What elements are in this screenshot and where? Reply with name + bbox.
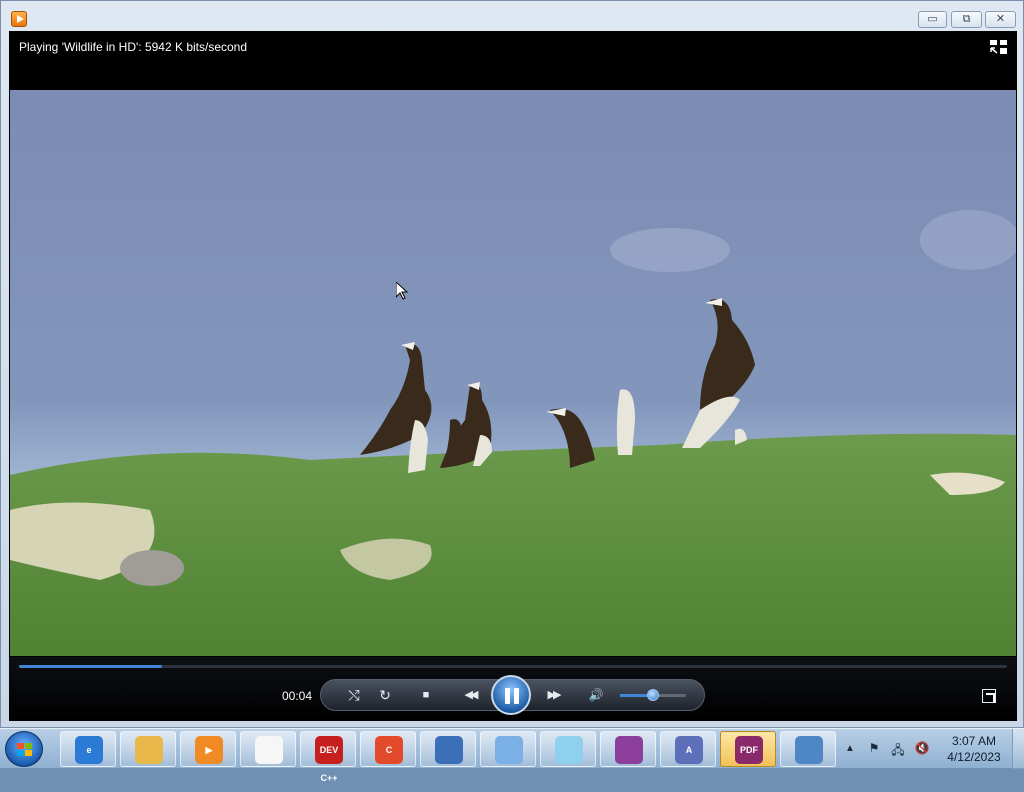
fullscreen-button[interactable]	[982, 689, 996, 703]
close-button[interactable]: ✕	[985, 11, 1016, 28]
title-bar[interactable]: ▭ ⧉ ✕	[1, 1, 1023, 31]
start-button[interactable]	[5, 731, 43, 767]
wildlife-video-scene	[10, 90, 1016, 656]
minimize-icon: ▭	[927, 13, 938, 25]
windows-logo-icon	[17, 743, 33, 757]
mouse-cursor-icon	[396, 282, 408, 300]
volume-slider-thumb[interactable]	[647, 689, 659, 701]
next-button[interactable]: ▶▶	[539, 685, 567, 705]
network-icon[interactable]: 🖧	[890, 741, 906, 757]
now-playing-bar: Playing 'Wildlife in HD': 5942 K bits/se…	[9, 31, 1017, 89]
seek-progress	[19, 665, 163, 668]
ccleaner-icon: C	[375, 736, 403, 764]
close-icon: ✕	[995, 13, 1006, 25]
system-clock[interactable]: 3:07 AM 4/12/2023	[944, 733, 1004, 765]
taskbar-item-notepad[interactable]	[540, 731, 596, 767]
notepad-icon	[555, 736, 583, 764]
pause-button[interactable]	[491, 675, 531, 715]
remote-desktop-icon	[435, 736, 463, 764]
speaker-icon: 🔊	[588, 688, 604, 702]
taskbar-item-windows-media-player[interactable]: ▶	[180, 731, 236, 767]
taskbar-item-dev-cpp[interactable]: DEV C++	[300, 731, 356, 783]
clock-time: 3:07 AM	[951, 734, 997, 748]
now-playing-status: Playing 'Wildlife in HD': 5942 K bits/se…	[19, 40, 248, 54]
playback-controls: 00:04 ⤭ ↻ ■ ◀◀ ▶▶ 🔊	[9, 657, 1017, 721]
stop-button[interactable]: ■	[415, 685, 437, 705]
restore-button[interactable]: ⧉	[951, 11, 982, 28]
taskbar-item-paper-plane-app[interactable]	[480, 731, 536, 767]
previous-button[interactable]: ◀◀	[456, 685, 484, 705]
elapsed-time: 00:04	[282, 689, 313, 703]
screen-capture-icon	[795, 736, 823, 764]
media-player-app-icon[interactable]	[11, 11, 27, 27]
shuffle-button[interactable]: ⤭	[343, 685, 365, 705]
switch-to-library-icon[interactable]	[990, 40, 1007, 54]
taskbar-item-keepass[interactable]	[240, 731, 296, 767]
previous-icon: ◀◀	[464, 689, 479, 701]
paper-plane-app-icon	[495, 736, 523, 764]
text-editor-icon: A	[675, 736, 703, 764]
taskbar-item-file-explorer[interactable]	[120, 731, 176, 767]
media-player-window: ▭ ⧉ ✕ Playing 'Wildlife in HD': 5942 K b…	[0, 0, 1024, 728]
taskbar: e ▶ DEV C++ C A PDF ▲ ⚑ 🖧 🔇 3:07 AM 4/12/2023	[0, 728, 1024, 783]
next-icon: ▶▶	[547, 689, 562, 701]
show-desktop-button[interactable]	[1012, 729, 1024, 769]
dev-cpp-icon: DEV C++	[315, 736, 343, 783]
taskbar-item-remote-desktop[interactable]	[420, 731, 476, 767]
minimize-button[interactable]: ▭	[918, 11, 947, 28]
taskbar-item-internet-explorer[interactable]: e	[60, 731, 116, 767]
taskbar-item-foxit-pdf[interactable]: PDF	[720, 731, 776, 767]
video-frame[interactable]	[10, 90, 1016, 656]
keepass-icon	[255, 736, 283, 764]
shuffle-icon: ⤭	[348, 687, 360, 703]
file-explorer-icon	[135, 736, 163, 764]
taskbar-item-screen-capture[interactable]	[780, 731, 836, 767]
mute-button[interactable]: 🔊	[585, 685, 607, 705]
show-hidden-icons-chevron[interactable]: ▲	[845, 743, 855, 754]
player-client-area: Playing 'Wildlife in HD': 5942 K bits/se…	[9, 31, 1017, 721]
taskbar-item-winrar[interactable]	[600, 731, 656, 767]
windows-media-player-icon: ▶	[195, 736, 223, 764]
foxit-pdf-icon: PDF	[735, 736, 763, 764]
taskbar-item-ccleaner[interactable]: C	[360, 731, 416, 767]
winrar-icon	[615, 736, 643, 764]
stop-icon: ■	[422, 689, 430, 701]
seek-bar[interactable]	[19, 665, 1007, 668]
volume-muted-icon[interactable]: 🔇	[914, 741, 930, 757]
clock-date: 4/12/2023	[947, 750, 1001, 764]
repeat-button[interactable]: ↻	[374, 685, 396, 705]
restore-icon: ⧉	[962, 13, 971, 25]
action-center-flag-icon[interactable]: ⚑	[866, 741, 882, 757]
taskbar-item-text-editor[interactable]: A	[660, 731, 716, 767]
internet-explorer-icon: e	[75, 736, 103, 764]
repeat-icon: ↻	[379, 687, 391, 703]
